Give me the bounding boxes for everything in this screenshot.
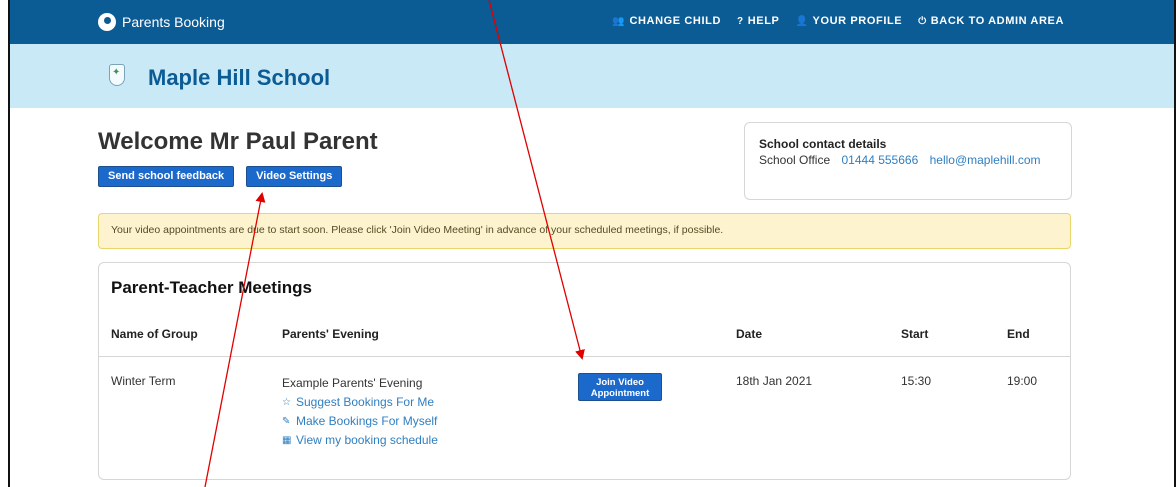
join-video-appointment-button[interactable]: Join Video Appointment xyxy=(578,373,662,401)
users-icon: 👥 xyxy=(612,15,626,27)
help-icon: ? xyxy=(737,15,744,27)
view-schedule-link[interactable]: ▦ View my booking schedule xyxy=(282,431,438,450)
suggest-bookings-link[interactable]: ☆ Suggest Bookings For Me xyxy=(282,393,438,412)
contact-line: School Office 01444 555666 hello@maplehi… xyxy=(759,153,1057,167)
nav-help[interactable]: ? HELP xyxy=(737,15,779,27)
top-nav: 👥 CHANGE CHILD ? HELP 👤 YOUR PROFILE ⏻ B… xyxy=(612,15,1064,27)
view-schedule-label: View my booking schedule xyxy=(296,433,438,447)
top-navigation-bar: Parents Booking 👥 CHANGE CHILD ? HELP 👤 … xyxy=(10,0,1174,44)
nav-your-profile-label: YOUR PROFILE xyxy=(812,15,903,27)
row-group-name: Winter Term xyxy=(111,374,176,388)
evening-cell: Example Parents' Evening ☆ Suggest Booki… xyxy=(282,374,438,450)
make-bookings-label: Make Bookings For Myself xyxy=(296,414,438,428)
contact-label: School Office xyxy=(759,153,831,167)
browser-page: Parents Booking 👥 CHANGE CHILD ? HELP 👤 … xyxy=(8,0,1176,487)
row-start-time: 15:30 xyxy=(901,374,932,388)
welcome-heading: Welcome Mr Paul Parent xyxy=(98,128,378,155)
star-icon: ☆ xyxy=(282,397,291,408)
contact-email-link[interactable]: hello@maplehill.com xyxy=(930,153,1041,167)
parents-booking-logo-icon xyxy=(98,13,116,31)
nav-change-child-label: CHANGE CHILD xyxy=(629,15,721,27)
power-icon: ⏻ xyxy=(918,15,927,27)
contact-phone-link[interactable]: 01444 555666 xyxy=(842,153,919,167)
header-start: Start xyxy=(901,327,929,341)
table-divider xyxy=(99,356,1070,357)
contact-title: School contact details xyxy=(759,137,887,151)
pencil-icon: ✎ xyxy=(282,416,291,427)
make-bookings-link[interactable]: ✎ Make Bookings For Myself xyxy=(282,412,438,431)
row-date: 18th Jan 2021 xyxy=(736,374,813,388)
header-name-of-group: Name of Group xyxy=(111,327,198,341)
nav-your-profile[interactable]: 👤 YOUR PROFILE xyxy=(795,15,902,27)
calendar-icon: ▦ xyxy=(282,435,292,446)
row-end-time: 19:00 xyxy=(1007,374,1038,388)
school-banner: Maple Hill School xyxy=(10,44,1174,108)
video-alert-banner: Your video appointments are due to start… xyxy=(98,213,1071,249)
send-feedback-button[interactable]: Send school feedback xyxy=(98,166,235,187)
meetings-title: Parent-Teacher Meetings xyxy=(111,278,312,297)
school-crest-icon xyxy=(109,64,125,86)
header-parents-evening: Parents' Evening xyxy=(282,327,379,341)
video-settings-button[interactable]: Video Settings xyxy=(246,166,343,187)
meetings-panel: Parent-Teacher Meetings Name of Group Pa… xyxy=(98,262,1071,480)
nav-help-label: HELP xyxy=(747,15,780,27)
nav-back-to-admin[interactable]: ⏻ BACK TO ADMIN AREA xyxy=(918,15,1064,27)
school-name: Maple Hill School xyxy=(148,65,331,90)
brand[interactable]: Parents Booking xyxy=(98,13,225,31)
school-contact-card: School contact details School Office 014… xyxy=(744,122,1072,200)
header-end: End xyxy=(1007,327,1030,341)
evening-name: Example Parents' Evening xyxy=(282,376,423,390)
nav-back-to-admin-label: BACK TO ADMIN AREA xyxy=(930,15,1064,27)
suggest-bookings-label: Suggest Bookings For Me xyxy=(296,395,435,409)
brand-name: Parents Booking xyxy=(122,14,225,30)
nav-change-child[interactable]: 👥 CHANGE CHILD xyxy=(612,15,721,27)
user-icon: 👤 xyxy=(795,15,809,27)
header-date: Date xyxy=(736,327,763,341)
welcome-actions: Send school feedback Video Settings xyxy=(98,166,343,187)
